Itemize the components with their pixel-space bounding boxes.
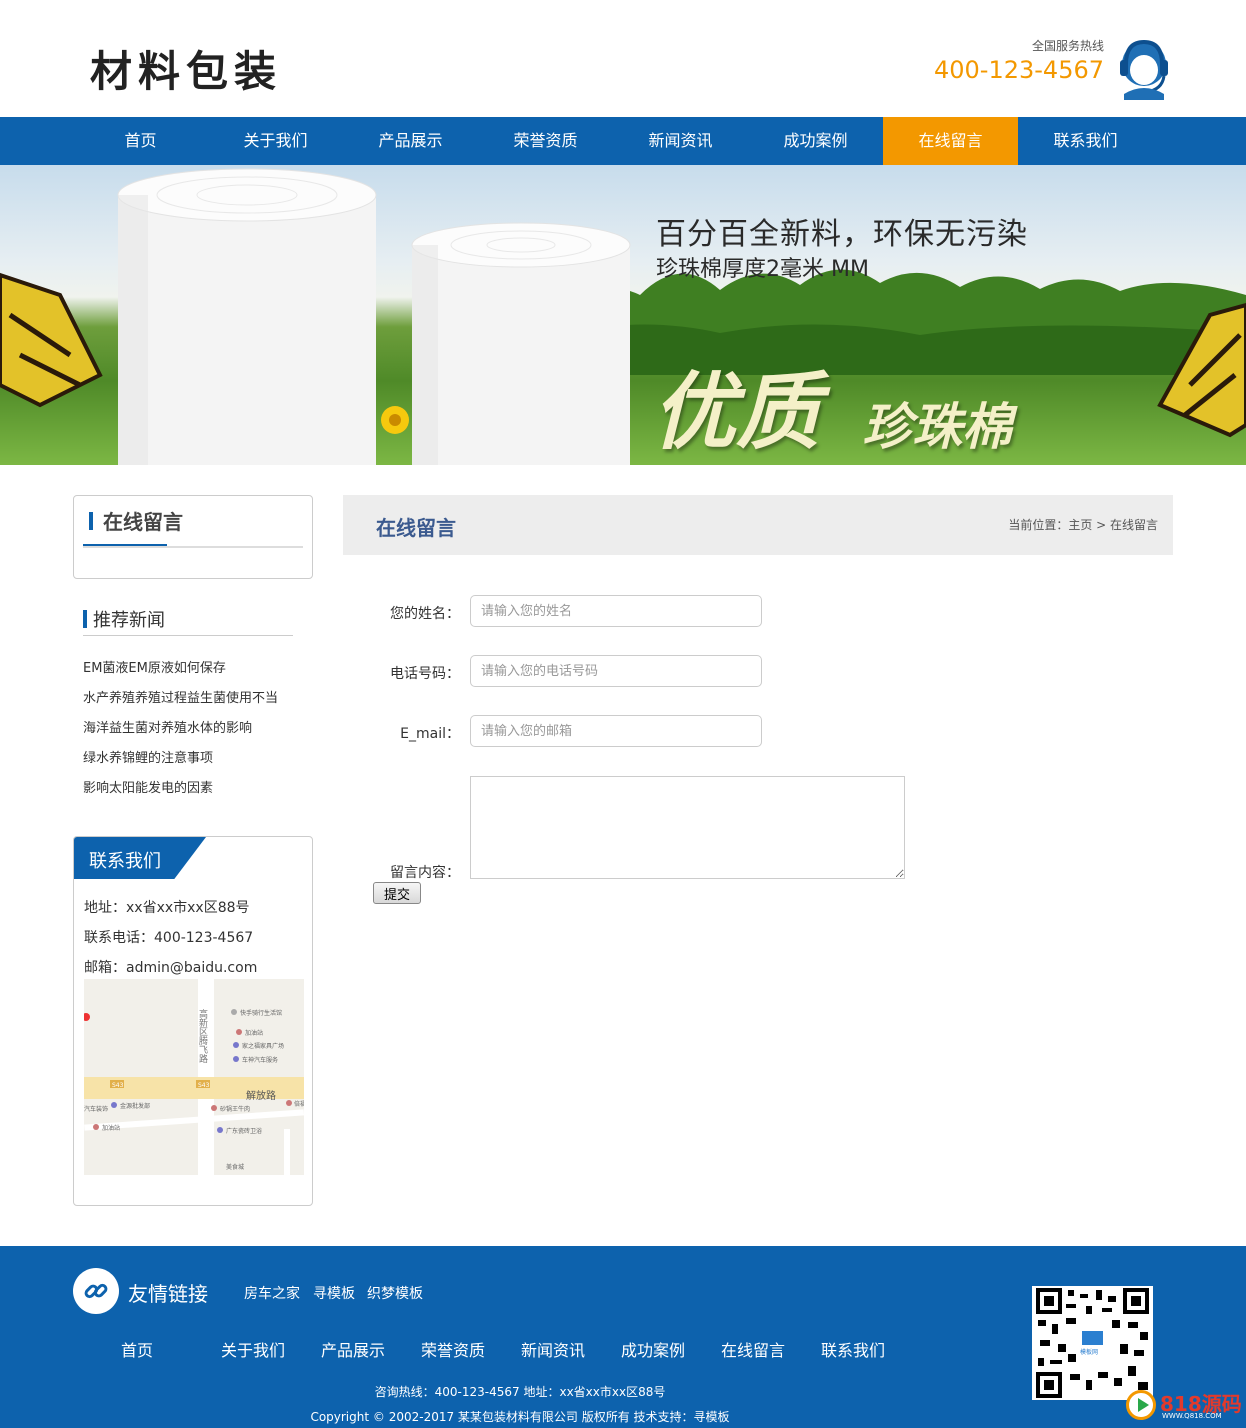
news-link[interactable]: 水产养殖养殖过程益生菌使用不当 [83,687,278,706]
title-accent-bar [89,512,93,530]
map-pin-icon[interactable] [84,1013,90,1021]
nav-item-message[interactable]: 在线留言 [883,117,1018,165]
map-poi: 广东瓷砖卫浴 [226,1127,262,1135]
map-poi: 家之福家具广场 [242,1042,284,1050]
map-poi: 砂锅王牛肉 [220,1105,250,1113]
site-logo[interactable]: 材料包装 [90,38,282,99]
hero-banner[interactable]: 百分百全新料，环保无污染 珍珠棉厚度2毫米 MM 优质 珍珠棉 [0,165,1246,465]
sidebar-category-title: 在线留言 [103,510,183,534]
sidebar-category-box: 在线留言 [73,495,313,579]
news-link[interactable]: 海洋益生菌对养殖水体的影响 [83,717,252,736]
news-link[interactable]: EM菌液EM原液如何保存 [83,657,226,676]
sidebar-contact-box: 联系我们 地址：xx省xx市xx区88号 联系电话：400-123-4567 邮… [73,836,313,1206]
map-road-label: 解放路 [246,1089,276,1102]
contact-title: 联系我们 [89,851,161,872]
news-link[interactable]: 绿水养锦鲤的注意事项 [83,747,213,766]
qr-code: 模板网 [1032,1286,1153,1400]
nav-item-products[interactable]: 产品展示 [343,117,478,165]
hotline-label: 全国服务热线 [1031,39,1104,53]
link-icon [73,1268,119,1314]
nav-item-contact[interactable]: 联系我们 [1018,117,1153,165]
main-nav: 首页 关于我们 产品展示 荣誉资质 新闻资讯 成功案例 在线留言 联系我们 [0,117,1246,165]
footer-nav-message[interactable]: 在线留言 [721,1337,785,1361]
friend-links-title: 友情链接 [128,1282,208,1306]
site-header: 材料包装 全国服务热线 400-123-4567 [0,0,1246,117]
friend-link[interactable]: 织梦模板 [367,1283,423,1303]
news-section-header: 推荐新闻 [83,606,293,636]
email-label: E_mail： [400,726,460,742]
footer-nav-cases[interactable]: 成功案例 [621,1337,685,1361]
map-poi: 快手骑行生活馆 [240,1009,282,1017]
banner-illustration [0,168,1246,465]
map-road-badge: S43 [198,1082,210,1089]
friend-link[interactable]: 房车之家 [244,1283,300,1303]
banner-subline: 珍珠棉厚度2毫米 MM [656,257,869,282]
message-label: 留言内容： [390,865,460,881]
hotline-number: 400-123-4567 [933,56,1104,84]
qr-caption: 模板网 [1080,1348,1098,1356]
nav-item-about[interactable]: 关于我们 [208,117,343,165]
footer-nav-news[interactable]: 新闻资讯 [521,1337,585,1361]
contact-phone: 联系电话：400-123-4567 [84,930,254,946]
footer-contact-line: 咨询热线：400-123-4567 地址：xx省xx市xx区88号 [374,1385,666,1399]
contact-email: 邮箱：admin@baidu.com [84,960,258,976]
name-input[interactable] [470,595,762,627]
source-watermark: 818源码 WWW.Q818.COM [1126,1386,1244,1424]
footer-nav-home[interactable]: 首页 [121,1337,153,1361]
message-textarea[interactable] [470,776,905,879]
sidebar-category-header: 在线留言 [83,508,303,548]
map-poi: 加油站 [102,1124,120,1132]
map-road-label: 高新区腾飞路 [197,1008,208,1064]
content-header: 在线留言 当前位置：主页 > 在线留言 [343,495,1173,555]
submit-button[interactable]: 提交 [373,882,421,904]
email-input[interactable] [470,715,762,747]
map-poi: 倍福 [294,1100,304,1108]
banner-headline: 百分百全新料，环保无污染 [656,217,1028,252]
contact-address: 地址：xx省xx市xx区88号 [84,900,250,916]
map-poi: 车神汽车服务 [242,1056,278,1064]
nav-item-news[interactable]: 新闻资讯 [613,117,748,165]
banner-big-text-1: 优质 [652,363,821,461]
nav-item-cases[interactable]: 成功案例 [748,117,883,165]
footer-nav-about[interactable]: 关于我们 [221,1337,285,1361]
map-poi: 加油站 [245,1029,263,1037]
footer-nav-contact[interactable]: 联系我们 [821,1337,885,1361]
friend-link[interactable]: 寻模板 [313,1283,355,1303]
map-poi: 金源批发部 [120,1102,150,1110]
name-label: 您的姓名： [390,606,460,622]
map-poi: 美食城 [226,1163,244,1171]
footer-nav-products[interactable]: 产品展示 [321,1337,385,1361]
headset-icon [1112,34,1176,100]
title-underline [83,544,167,546]
contact-header: 联系我们 [74,837,206,879]
title-accent-bar [83,610,87,628]
banner-big-text-2: 珍珠棉 [862,398,1012,456]
breadcrumb[interactable]: 当前位置：主页 > 在线留言 [1008,516,1158,533]
site-footer: 友情链接 房车之家 寻模板 织梦模板 首页 关于我们 产品展示 荣誉资质 新闻资… [0,1246,1246,1428]
nav-item-home[interactable]: 首页 [73,117,208,165]
map-road-badge: S43 [112,1082,124,1089]
watermark-url: WWW.Q818.COM [1162,1412,1222,1420]
page-title: 在线留言 [376,516,456,540]
news-link[interactable]: 影响太阳能发电的因素 [83,777,213,796]
play-icon [1126,1390,1156,1420]
nav-item-honors[interactable]: 荣誉资质 [478,117,613,165]
footer-nav-honors[interactable]: 荣誉资质 [421,1337,485,1361]
phone-label: 电话号码： [390,666,460,682]
footer-copyright: Copyright © 2002-2017 某某包装材料有限公司 版权所有 技术… [310,1410,730,1424]
location-map[interactable]: 高新区腾飞路 解放路 S43 S43 快手骑行生活馆 加油站 家之福家具广场 车… [84,979,304,1175]
news-section-title: 推荐新闻 [93,610,165,631]
map-poi: 汽车装饰 [84,1105,108,1113]
phone-input[interactable] [470,655,762,687]
